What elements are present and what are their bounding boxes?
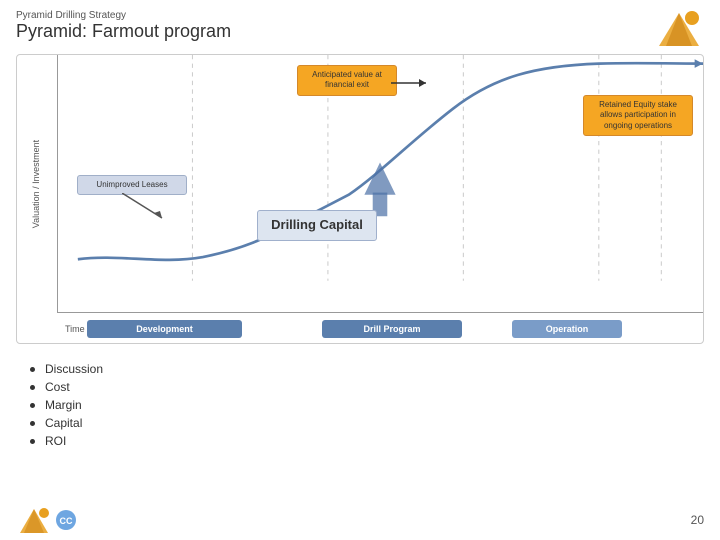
svg-text:CC: CC [60, 516, 73, 526]
phase-operation: Operation [512, 320, 622, 338]
bullet-dot [30, 439, 35, 444]
phase-development: Development [87, 320, 242, 338]
annotation-drilling: Drilling Capital [257, 210, 377, 241]
bullet-dot [30, 421, 35, 426]
bullet-dot [30, 403, 35, 408]
list-item: Discussion [30, 362, 690, 376]
unimproved-arrow [122, 193, 172, 223]
annotation-anticipated: Anticipated value at financial exit [297, 65, 397, 96]
bullet-dot [30, 385, 35, 390]
bullet-dot [30, 367, 35, 372]
bullet-text: Discussion [45, 362, 103, 376]
page-number: 20 [691, 513, 704, 527]
bullet-text: Cost [45, 380, 70, 394]
list-item: Margin [30, 398, 690, 412]
header: Pyramid Drilling Strategy Pyramid: Farmo… [0, 0, 720, 46]
anticipated-arrow [391, 73, 431, 93]
footer-logo-circle: CC [54, 508, 78, 532]
bullet-text: ROI [45, 434, 66, 448]
chart-box: Valuation / Investment Anticipated value… [16, 54, 704, 344]
list-item: ROI [30, 434, 690, 448]
bullet-text: Capital [45, 416, 82, 430]
company-logo-top [654, 8, 704, 48]
phase-drill: Drill Program [322, 320, 462, 338]
bullet-text: Margin [45, 398, 82, 412]
header-title: Pyramid: Farmout program [16, 21, 704, 42]
list-item: Capital [30, 416, 690, 430]
list-item: Cost [30, 380, 690, 394]
header-subtitle: Pyramid Drilling Strategy [16, 10, 704, 21]
footer-logo: CC [16, 506, 78, 534]
phase-labels: Development Drill Program Operation [57, 315, 703, 343]
footer: CC 20 [16, 506, 704, 534]
footer-logo-icon [16, 506, 52, 534]
y-axis-label: Valuation / Investment [31, 140, 41, 228]
bullet-list: Discussion Cost Margin Capital ROI [0, 352, 720, 462]
annotation-retained: Retained Equity stake allows participati… [583, 95, 693, 136]
